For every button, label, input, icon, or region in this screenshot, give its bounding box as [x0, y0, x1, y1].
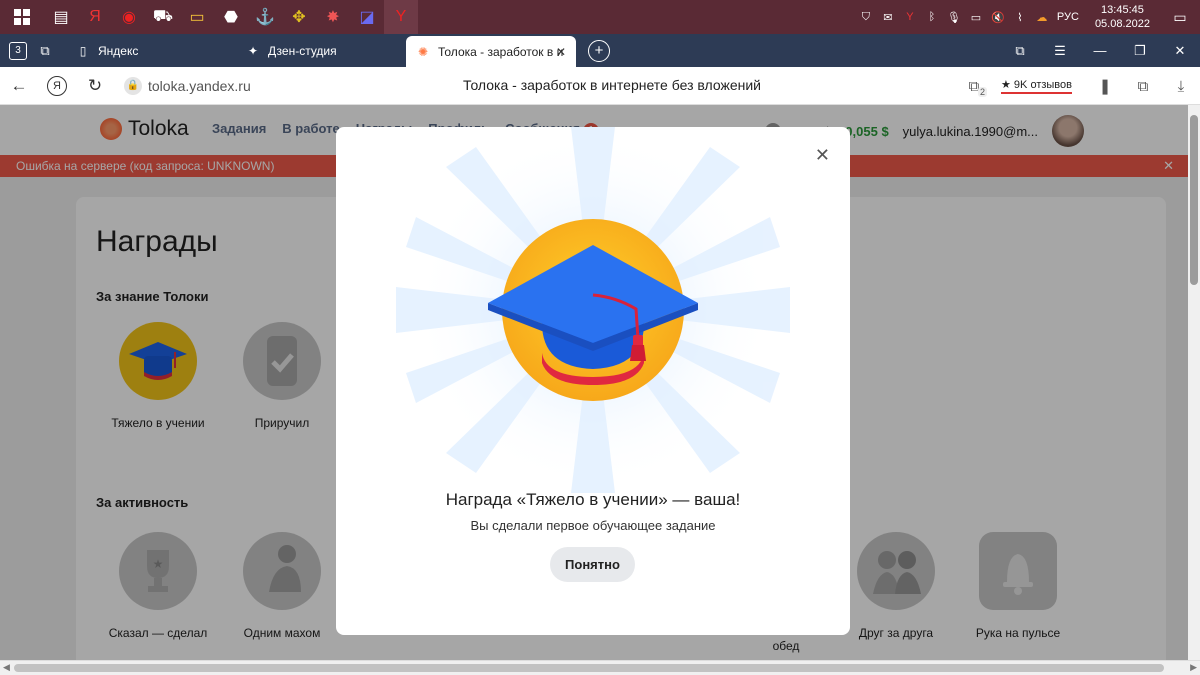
windows-taskbar: ▤ Я ◉ ⛟ ▭ ⬣ ⚓ ✥ ✸ ◪ Y ⛉ ✉ Y ᛒ 🎙 ▭ 🔇 ⌇ ☁ РУС 13:45:… [0, 0, 1200, 34]
volume-muted-icon[interactable]: 🔇 [991, 10, 1005, 24]
award-modal: ✕ Награда «Тяжело в учении» — ваша! Вы с… [336, 127, 850, 635]
tab-counter-button[interactable]: 3 [0, 34, 30, 67]
back-arrow-icon[interactable]: ← [0, 67, 38, 105]
got-it-button[interactable]: Понятно [550, 547, 635, 582]
yandex-button-icon[interactable]: Я [38, 67, 76, 105]
tab-label: Яндекс [98, 43, 139, 58]
scroll-right-icon[interactable]: ▶ [1190, 662, 1197, 673]
collections-icon[interactable]: ⧉ [1124, 67, 1162, 105]
reviews-link[interactable]: ★ 9K отзывов [1001, 78, 1072, 94]
opera-icon[interactable]: ◉ [112, 0, 146, 34]
network-icon[interactable]: ⌇ [1013, 10, 1027, 24]
url-text: toloka.yandex.ru [148, 77, 251, 94]
tabs-count-badge: 2 [978, 87, 988, 97]
yandex-tray-icon[interactable]: Y [903, 10, 917, 24]
language-indicator[interactable]: РУС [1057, 11, 1079, 23]
battery-icon[interactable]: ▭ [969, 10, 983, 24]
lock-icon[interactable]: 🔒 [124, 76, 142, 95]
browser-tab-1[interactable]: ✦ Дзен-студия [236, 34, 406, 67]
browser-tab-bar: 3 ⧉ ▯ Яндекс ✦ Дзен-студия ✺ Толока - заработ… [0, 34, 1200, 67]
microphone-icon[interactable]: 🎙 [947, 10, 961, 24]
horizontal-scroll-thumb[interactable] [14, 664, 1164, 672]
warships-icon[interactable]: ⚓ [248, 0, 282, 34]
shield-icon[interactable]: ⛉ [859, 10, 873, 24]
system-tray: ⛉ ✉ Y ᛒ 🎙 ▭ 🔇 ⌇ ☁ РУС 13:45:45 05.08.202… [859, 0, 1200, 34]
reload-icon[interactable]: ↻ [76, 67, 114, 105]
new-folder-icon[interactable]: ⧉ [30, 34, 60, 67]
file-explorer-icon[interactable]: ▭ [180, 0, 214, 34]
tab-counter: 3 [9, 41, 27, 60]
vertical-scrollbar[interactable] [1188, 105, 1200, 660]
scroll-left-icon[interactable]: ◀ [3, 662, 10, 673]
vertical-scroll-thumb[interactable] [1190, 115, 1198, 285]
game-icon-4[interactable]: ◪ [350, 0, 384, 34]
browser-tab-0[interactable]: ▯ Яндекс [66, 34, 236, 67]
tab-favicon-icon: ▯ [79, 43, 87, 58]
minimize-icon[interactable]: — [1080, 34, 1120, 67]
clock[interactable]: 13:45:45 05.08.2022 [1095, 3, 1150, 31]
clock-date: 05.08.2022 [1094, 18, 1150, 30]
windows-start-icon[interactable] [0, 0, 44, 34]
tab-favicon-icon: ✦ [247, 43, 259, 58]
game-icon-2[interactable]: ✥ [282, 0, 316, 34]
game-icon[interactable]: ⬣ [214, 0, 248, 34]
yandex-browser-icon[interactable]: Y [384, 0, 418, 34]
modal-close-icon[interactable]: ✕ [815, 145, 830, 166]
tab-label: Толока - заработок в и [438, 44, 564, 59]
news-app-icon[interactable]: ▤ [44, 0, 78, 34]
bookmark-icon[interactable]: ❚ [1086, 67, 1124, 105]
browser-tab-2[interactable]: ✺ Толока - заработок в и ✕ [406, 36, 576, 67]
tab-label: Дзен-студия [268, 43, 337, 58]
game-icon-3[interactable]: ✸ [316, 0, 350, 34]
tab-favicon-icon: ✺ [417, 44, 429, 59]
tab-manager-icon[interactable]: ⧉ [1000, 34, 1040, 67]
url-field[interactable]: 🔒 toloka.yandex.ru [124, 76, 251, 95]
address-page-title: Толока - заработок в интернете без вложе… [463, 77, 761, 93]
bluetooth-icon[interactable]: ᛒ [925, 10, 939, 24]
close-window-icon[interactable]: ✕ [1160, 34, 1200, 67]
mail-icon[interactable]: ✉ [881, 10, 895, 24]
modal-subtitle: Вы сделали первое обучающее задание [470, 518, 716, 533]
address-bar: ← Я ↻ 🔒 toloka.yandex.ru Толока - зарабо… [0, 67, 1200, 105]
modal-heading: Награда «Тяжело в учении» — ваша! [445, 490, 741, 509]
yandex-icon[interactable]: Я [78, 0, 112, 34]
clock-time: 13:45:45 [1101, 4, 1144, 16]
tanks-game-icon[interactable]: ⛟ [146, 0, 180, 34]
menu-icon[interactable]: ☰ [1040, 34, 1080, 67]
new-tab-button[interactable]: + [588, 39, 610, 62]
download-icon[interactable]: ⤓ [1162, 67, 1200, 105]
restore-icon[interactable]: ❐ [1120, 34, 1160, 67]
tab-close-icon[interactable]: ✕ [556, 45, 566, 59]
horizontal-scrollbar[interactable]: ◀ ▶ [0, 660, 1200, 675]
cloud-icon[interactable]: ☁ [1035, 10, 1049, 24]
notifications-icon[interactable]: ▭ [1166, 3, 1194, 31]
tabs-count-icon[interactable]: ⧉ 2 [955, 67, 993, 105]
